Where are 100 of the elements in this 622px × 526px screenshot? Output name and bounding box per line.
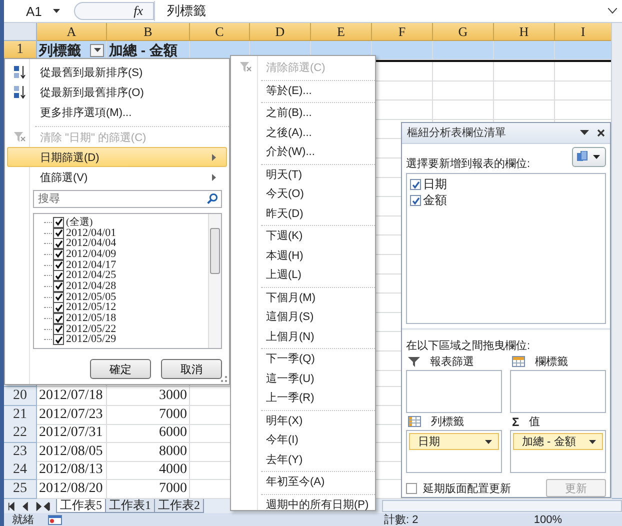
menu-item[interactable]: 等於(E)... <box>233 80 373 100</box>
table-cell: 6000 <box>107 424 190 443</box>
row-header[interactable]: 20 <box>4 387 37 406</box>
menu-item[interactable]: 這一季(U) <box>233 368 373 388</box>
drop-area[interactable]: 加總 - 金額 <box>510 430 606 474</box>
sort-descending-icon <box>14 86 26 98</box>
column-header[interactable]: A <box>37 23 107 41</box>
row-header[interactable]: 22 <box>4 424 37 443</box>
name-box[interactable]: A1 <box>4 4 74 18</box>
dialog-button[interactable]: 取消 <box>161 359 222 379</box>
checkbox[interactable] <box>53 228 64 239</box>
table-cell: 2012/08/13 <box>37 461 107 480</box>
formula-field[interactable]: 列標籤 <box>154 1 603 21</box>
sheet-tab[interactable]: 工作表1 <box>105 499 155 513</box>
menu-item[interactable]: 更多排序選項(M)... <box>7 102 227 122</box>
insert-function-button[interactable]: fx <box>134 3 143 19</box>
menu-item[interactable]: 昨天(D) <box>233 204 373 223</box>
status-text: 就緒 <box>12 513 34 526</box>
checkbox[interactable] <box>53 324 64 335</box>
field-label: 日期 <box>423 176 447 194</box>
horizontal-scrollbar[interactable] <box>382 500 622 512</box>
field-chip[interactable]: 加總 - 金額 <box>513 433 603 450</box>
table-cell <box>372 41 433 60</box>
menu-item[interactable]: 下一季(Q) <box>233 349 373 368</box>
checkbox[interactable] <box>53 216 64 228</box>
menu-item[interactable]: 去年(Y) <box>233 450 373 469</box>
menu-item[interactable]: 上個月(N) <box>233 326 373 346</box>
checkbox-label: 延期版面配置更新 <box>423 482 511 496</box>
checkbox[interactable] <box>53 292 64 303</box>
checkbox[interactable] <box>53 248 64 260</box>
sheet-navigation-icon[interactable] <box>8 502 52 510</box>
resize-grip-icon[interactable] <box>221 376 227 382</box>
vertical-scrollbar[interactable] <box>611 23 622 498</box>
search-icon <box>207 193 218 204</box>
sheet-tab[interactable]: 工作表2 <box>154 499 204 513</box>
menu-item[interactable]: 從最新到最舊排序(O) <box>7 82 227 102</box>
value-label: 2012/05/05 <box>66 292 116 303</box>
column-header[interactable]: I <box>555 23 612 41</box>
search-field[interactable]: 搜尋 <box>33 190 222 208</box>
row-header[interactable]: 25 <box>4 480 37 498</box>
checkbox[interactable] <box>406 482 417 494</box>
menu-item[interactable]: 從最舊到最新排序(S) <box>7 62 227 82</box>
checkbox[interactable] <box>53 270 64 282</box>
column-header[interactable]: H <box>494 23 555 41</box>
list-scrollbar[interactable] <box>208 214 221 348</box>
menu-item[interactable]: 週期中的所有日期(P) <box>233 494 373 514</box>
row-header[interactable]: 23 <box>4 442 37 462</box>
value-label: 2012/04/25 <box>66 270 116 282</box>
filter-dropdown-button[interactable] <box>90 44 104 56</box>
zoom-level[interactable]: 100% <box>534 514 562 526</box>
menu-item[interactable]: 下個月(M) <box>233 288 373 307</box>
menu-item[interactable]: 這個月(S) <box>233 307 373 326</box>
menu-item[interactable]: 介於(W)... <box>233 142 373 162</box>
dialog-button[interactable]: 確定 <box>90 359 151 379</box>
close-icon[interactable] <box>597 128 605 137</box>
checkbox[interactable] <box>53 260 64 271</box>
caret-icon <box>485 440 492 444</box>
table-cell <box>433 41 494 60</box>
menu-item[interactable]: 之前(B)... <box>233 103 373 122</box>
column-header[interactable]: F <box>372 23 433 41</box>
column-header[interactable]: D <box>250 23 311 41</box>
record-macro-icon[interactable] <box>48 514 62 524</box>
checkbox[interactable] <box>53 302 64 314</box>
checkbox[interactable] <box>410 195 421 206</box>
value-label: 2012/05/22 <box>66 324 116 335</box>
checkbox[interactable] <box>410 179 421 190</box>
menu-item[interactable]: 今天(O) <box>233 184 373 204</box>
checkbox[interactable] <box>53 313 64 324</box>
row-header[interactable]: 24 <box>4 461 37 480</box>
menu-item[interactable]: 本週(H) <box>233 246 373 265</box>
column-header[interactable]: E <box>311 23 372 41</box>
menu-item[interactable]: 上一季(R) <box>233 388 373 408</box>
expand-caret-icon[interactable] <box>608 8 617 14</box>
checkbox[interactable] <box>53 334 64 346</box>
menu-item[interactable]: 日期篩選(D) <box>7 147 227 167</box>
menu-item[interactable]: 之後(A)... <box>233 122 373 142</box>
menu-item[interactable]: 明年(X) <box>233 410 373 430</box>
dropdown-icon[interactable] <box>580 130 589 136</box>
value-label: 2012/05/29 <box>66 334 116 346</box>
column-header[interactable]: C <box>190 23 250 41</box>
menu-item[interactable]: 下週(K) <box>233 226 373 246</box>
column-header[interactable]: G <box>433 23 494 41</box>
checkbox[interactable] <box>53 238 64 250</box>
menu-item[interactable]: 年初至今(A) <box>233 472 373 492</box>
column-header[interactable]: B <box>107 23 190 41</box>
table-cell <box>555 41 612 60</box>
sheet-tab[interactable]: 工作表5 <box>56 499 106 513</box>
menu-item[interactable]: 值篩選(V) <box>7 167 227 187</box>
layout-button[interactable] <box>572 146 606 167</box>
checkbox[interactable] <box>53 280 64 292</box>
area-label: 報表篩選 <box>430 355 474 370</box>
drop-area[interactable]: 日期 <box>406 430 502 474</box>
value-label: 2012/04/17 <box>66 260 116 271</box>
table-cell: 8000 <box>107 442 190 462</box>
menu-item[interactable]: 上週(L) <box>233 265 373 284</box>
caret-icon <box>94 48 100 52</box>
menu-item[interactable]: 今年(I) <box>233 430 373 450</box>
menu-item[interactable]: 明天(T) <box>233 164 373 184</box>
field-chip[interactable]: 日期 <box>409 433 499 450</box>
row-header[interactable]: 21 <box>4 406 37 424</box>
